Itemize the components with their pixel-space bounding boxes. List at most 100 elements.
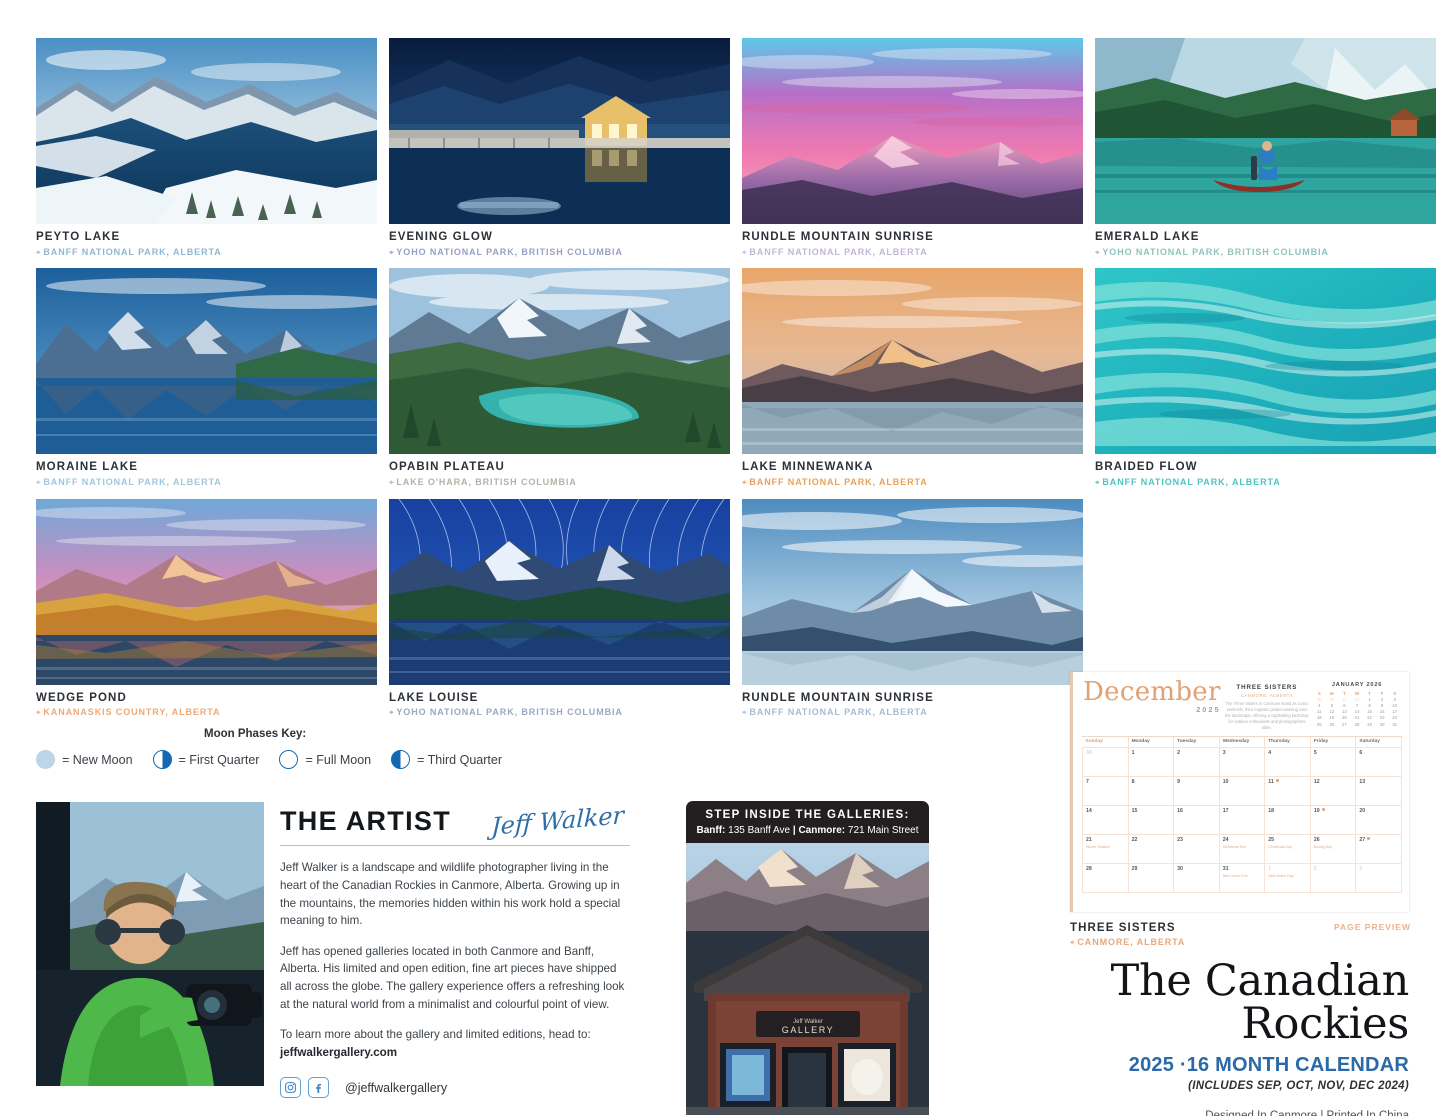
mini-calendar-day: 30 xyxy=(1379,721,1385,727)
third-quarter-moon-icon xyxy=(391,750,411,769)
canmore-address: 721 Main Street xyxy=(845,825,919,836)
calendar-day-cell[interactable]: 1 New Year's Day xyxy=(1264,863,1311,894)
artist-divider xyxy=(280,845,630,847)
calendar-weekday-header: Saturday xyxy=(1355,737,1402,748)
calendar-day-cell[interactable]: 5 xyxy=(1309,747,1357,778)
calendar-day-cell[interactable]: 22 xyxy=(1127,834,1175,865)
address-separator: | xyxy=(792,825,796,836)
calendar-day-cell[interactable]: 30 xyxy=(1082,747,1129,778)
location-pin-icon: ⌖ xyxy=(389,477,395,487)
photo-cell-wedge-pond[interactable]: WEDGE POND ⌖ KANANASKIS COUNTRY, ALBERTA xyxy=(36,498,377,719)
calendar-page-preview: December 2025 THREE SISTERS CANMORE, ALB… xyxy=(1070,672,1409,912)
photo-cell-opabin-plateau[interactable]: OPABIN PLATEAU ⌖ LAKE O'HARA, BRITISH COL… xyxy=(389,268,730,488)
calendar-preview-header: December 2025 THREE SISTERS CANMORE, ALB… xyxy=(1073,672,1409,733)
calendar-day-cell[interactable]: 28 xyxy=(1082,863,1129,894)
calendar-day-cell[interactable]: 16 xyxy=(1173,805,1220,836)
calendar-event-label: Christmas Day xyxy=(1268,844,1292,849)
photo-cell-rundle-mountain-sunrise-pink[interactable]: RUNDLE MOUNTAIN SUNRISE ⌖ BANFF NATIONAL … xyxy=(742,38,1083,258)
calendar-day-cell[interactable]: 18 xyxy=(1264,805,1311,836)
photo-cell-braided-flow[interactable]: BRAIDED FLOW ⌖ BANFF NATIONAL PARK, ALBER… xyxy=(1095,268,1436,488)
calendar-day-number: 11 xyxy=(1268,779,1310,785)
calendar-month-grid: Sunday Monday Tuesday Wednesday Thursday Frid… xyxy=(1082,736,1402,894)
mini-calendar-table: S M T W T F S 28 29 30 31 1 2 3 4 5 6 7 8 9 10 11 12 13 14 15 16 17… xyxy=(1313,690,1401,727)
facebook-icon[interactable] xyxy=(308,1077,329,1099)
calendar-day-cell[interactable]: 4 xyxy=(1264,747,1311,778)
calendar-day-number: 3 xyxy=(1359,866,1363,873)
photo-title: RUNDLE MOUNTAIN SUNRISE xyxy=(742,691,934,704)
calendar-day-cell[interactable]: 12 xyxy=(1309,776,1357,807)
banff-address: 135 Banff Ave xyxy=(725,825,793,836)
moon-phases-key: Moon Phases Key: = New Moon = First Quar… xyxy=(36,728,656,769)
calendar-day-number: 30 xyxy=(1177,866,1183,873)
mini-calendar-day: 28 xyxy=(1354,721,1360,727)
calendar-day-number: 24 xyxy=(1222,837,1229,844)
galleries-heading: STEP INSIDE THE GALLERIES: xyxy=(705,809,910,821)
calendar-day-cell[interactable]: 13 xyxy=(1355,776,1402,807)
calendar-day-cell[interactable]: 1 xyxy=(1127,747,1175,778)
calendar-day-cell[interactable]: 3 xyxy=(1218,747,1266,778)
calendar-day-cell[interactable]: 14 xyxy=(1082,805,1129,836)
photo-cell-peyto-lake[interactable]: PEYTO LAKE ⌖ BANFF NATIONAL PARK, ALBERTA xyxy=(36,38,377,258)
calendar-day-cell[interactable]: 6 xyxy=(1355,747,1402,778)
product-subtitle: 2025 ·16 MONTH CALENDAR xyxy=(1128,1054,1409,1076)
calendar-day-cell[interactable]: 8 xyxy=(1127,776,1175,807)
svg-text:GALLERY: GALLERY xyxy=(782,1025,835,1035)
calendar-day-cell[interactable]: 2 xyxy=(1173,747,1220,778)
photo-title: EMERALD LAKE xyxy=(1095,231,1200,243)
photo-cell-rundle-mountain-sunrise-blue[interactable]: RUNDLE MOUNTAIN SUNRISE ⌖ BANFF NATIONAL … xyxy=(742,498,1083,719)
photo-location: ⌖ YOHO NATIONAL PARK, BRITISH COLUMBIA xyxy=(389,707,623,718)
calendar-day-cell[interactable]: 17 xyxy=(1218,805,1266,836)
calendar-year: 2025 xyxy=(1196,706,1221,714)
calendar-day-cell[interactable]: 23 xyxy=(1173,834,1220,865)
mini-calendar-day: 29 xyxy=(1367,721,1372,727)
photo-location: ⌖ YOHO NATIONAL PARK, BRITISH COLUMBIA xyxy=(1095,246,1329,257)
calendar-day-cell[interactable]: 7 xyxy=(1082,776,1129,807)
calendar-day-number: 1 xyxy=(1268,866,1272,873)
calendar-day-cell[interactable]: 20 xyxy=(1355,805,1402,836)
calendar-photo-blurb: The Three Sisters in Canmore stand as ic… xyxy=(1225,700,1309,731)
calendar-day-cell[interactable]: 26 Boxing Day xyxy=(1309,834,1357,865)
mini-calendar-day: 31 xyxy=(1392,721,1398,727)
photo-cell-emerald-lake[interactable]: EMERALD LAKE ⌖ YOHO NATIONAL PARK, BRITIS… xyxy=(1095,38,1436,258)
calendar-day-cell[interactable]: 31 New Year's Eve xyxy=(1218,863,1266,894)
calendar-day-cell[interactable]: 19 xyxy=(1309,805,1357,836)
photo-lake-louise xyxy=(389,498,730,685)
calendar-day-cell[interactable]: 25 Christmas Day xyxy=(1264,834,1311,865)
photo-grid-row: PEYTO LAKE ⌖ BANFF NATIONAL PARK, ALBERTA xyxy=(36,38,1436,258)
calendar-day-cell[interactable]: 15 xyxy=(1127,805,1175,836)
calendar-day-number: 1 xyxy=(1131,750,1135,757)
page-preview-label: PAGE PREVIEW xyxy=(1333,922,1411,932)
photo-cell-evening-glow[interactable]: EVENING GLOW ⌖ YOHO NATIONAL PARK, BRITIS… xyxy=(389,38,730,258)
calendar-day-cell[interactable]: 27 xyxy=(1355,834,1402,865)
artist-website-link[interactable]: jeffwalkergallery.com xyxy=(280,1046,397,1059)
calendar-day-cell[interactable]: 11 xyxy=(1264,776,1311,807)
calendar-day-cell[interactable]: 3 xyxy=(1355,863,1402,894)
calendar-day-number: 19 xyxy=(1314,808,1356,814)
calendar-day-number: 27 xyxy=(1359,837,1401,843)
artist-cta-text: To learn more about the gallery and limi… xyxy=(280,1028,591,1042)
photo-cell-lake-minnewanka[interactable]: LAKE MINNEWANKA ⌖ BANFF NATIONAL PARK, AL… xyxy=(742,268,1083,488)
moon-phase-icon xyxy=(1321,808,1325,812)
calendar-day-cell[interactable]: 30 xyxy=(1173,863,1220,894)
mini-calendar-day: 27 xyxy=(1342,721,1347,727)
calendar-day-cell[interactable]: 21 Winter Solstice xyxy=(1082,834,1129,865)
calendar-week-row: 14 15 16 17 18 19 20 xyxy=(1082,805,1402,836)
calendar-event-label: New Year's Day xyxy=(1268,873,1294,878)
artist-signature: Jeff Walker xyxy=(490,801,625,841)
calendar-day-cell[interactable]: 10 xyxy=(1218,776,1266,807)
photo-cell-lake-louise[interactable]: LAKE LOUISE ⌖ YOHO NATIONAL PARK, BRITISH… xyxy=(389,498,730,719)
instagram-icon[interactable] xyxy=(280,1077,301,1099)
calendar-day-cell[interactable]: 29 xyxy=(1127,863,1175,894)
calendar-day-cell[interactable]: 2 xyxy=(1309,863,1357,894)
photo-caption: MORAINE LAKE ⌖ BANFF NATIONAL PARK, ALBER… xyxy=(36,454,377,488)
photo-emerald-lake xyxy=(1095,38,1436,224)
calendar-day-number: 23 xyxy=(1177,837,1183,844)
canmore-label: Canmore: xyxy=(798,825,846,836)
calendar-day-number: 6 xyxy=(1359,750,1363,757)
photo-caption: EMERALD LAKE ⌖ YOHO NATIONAL PARK, BRITIS… xyxy=(1095,224,1436,258)
calendar-day-cell[interactable]: 9 xyxy=(1173,776,1220,807)
calendar-day-number: 10 xyxy=(1222,779,1229,786)
photo-cell-moraine-lake[interactable]: MORAINE LAKE ⌖ BANFF NATIONAL PARK, ALBER… xyxy=(36,268,377,488)
calendar-day-cell[interactable]: 24 Christmas Eve xyxy=(1218,834,1266,865)
calendar-event-label: Christmas Eve xyxy=(1222,844,1247,849)
